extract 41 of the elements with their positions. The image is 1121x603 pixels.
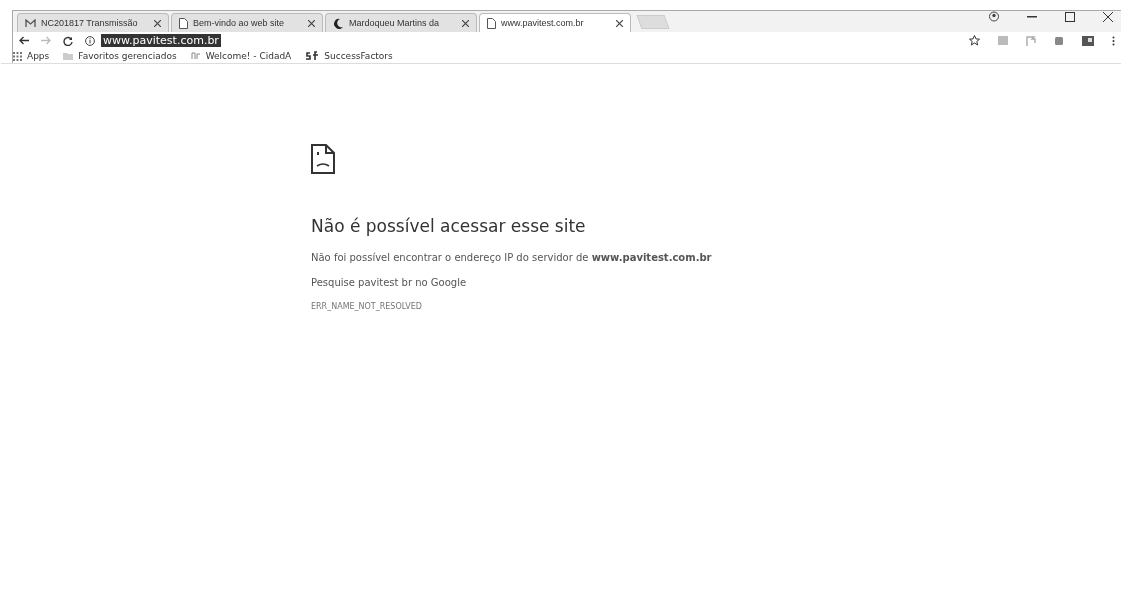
minimize-icon[interactable]	[1027, 15, 1037, 18]
sad-page-icon	[311, 144, 335, 174]
info-icon[interactable]	[85, 35, 95, 46]
extension-icon[interactable]	[1054, 35, 1064, 46]
reload-icon[interactable]	[63, 35, 73, 46]
moon-icon	[333, 17, 344, 29]
apps-icon	[13, 51, 22, 61]
menu-icon[interactable]	[1112, 35, 1115, 46]
profile-icon[interactable]	[989, 11, 999, 22]
bookmark-link[interactable]: Apps	[27, 51, 50, 61]
close-icon[interactable]	[616, 19, 623, 27]
bookmark-icon	[190, 52, 201, 60]
mail-icon	[25, 18, 36, 28]
tab-title: www.pavitest.com.br	[501, 18, 585, 28]
bookmark-link[interactable]: SuccessFactors	[324, 51, 393, 61]
browser-tab[interactable]: Mardoqueu Martins da	[325, 13, 477, 32]
close-icon[interactable]	[1103, 11, 1113, 22]
browser-tab[interactable]: Bem-vindo ao web site	[171, 13, 323, 32]
browser-tab[interactable]: NC201817 Transmissão	[17, 13, 169, 32]
error-title: Não é possível acessar esse site	[311, 216, 587, 236]
star-icon[interactable]	[969, 35, 980, 46]
bookmark-icon	[305, 51, 320, 61]
browser-tab[interactable]: www.pavitest.com.br	[479, 13, 631, 32]
address-field[interactable]: www.pavitest.com.br	[101, 34, 221, 47]
bookmark-link[interactable]: Welcome! - CidadA	[205, 51, 292, 61]
error-code: ERR_NAME_NOT_RESOLVED	[311, 302, 423, 311]
back-icon[interactable]	[19, 36, 29, 45]
close-icon[interactable]	[462, 19, 469, 27]
page-icon	[179, 17, 188, 29]
tab-title: Bem-vindo ao web site	[193, 18, 286, 28]
maximize-icon[interactable]	[1065, 11, 1075, 22]
page-icon	[487, 17, 496, 29]
extension-icon[interactable]	[1082, 35, 1094, 46]
bookmark-link[interactable]: Favoritos gerenciados	[78, 51, 177, 61]
tab-title: Mardoqueu Martins da	[349, 18, 441, 28]
close-icon[interactable]	[154, 19, 161, 27]
search-suggestion: Pesquise pavitest br no Google	[311, 277, 468, 288]
folder-icon	[63, 52, 74, 60]
error-description: Não foi possível encontrar o endereço IP do servidor de www.pavitest.com.br	[311, 252, 713, 263]
close-icon[interactable]	[308, 19, 315, 27]
tab-title: NC201817 Transmissão	[41, 18, 139, 28]
